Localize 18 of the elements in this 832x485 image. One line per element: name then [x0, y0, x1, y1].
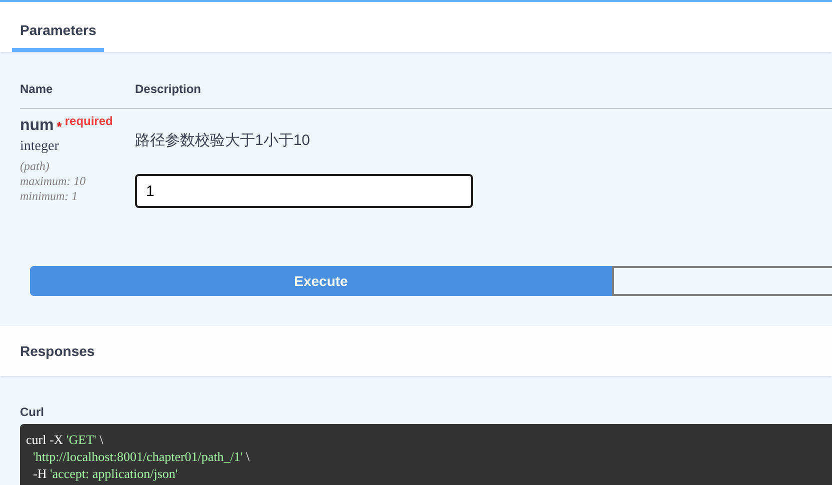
- code-line: -H 'accept: application/json': [32, 465, 179, 482]
- parameter-type: integer: [20, 139, 60, 155]
- curl-label: Curl: [20, 405, 45, 419]
- parameter-location: (path): [20, 159, 50, 174]
- code-line: curl -X 'GET' \: [26, 431, 104, 448]
- column-header: Description: [135, 82, 202, 96]
- code-line: 'http://localhost:8001/chapter01/path_/1' \: [32, 448, 251, 465]
- column-header: Name: [20, 82, 54, 96]
- parameters-tab[interactable]: Parameters: [12, 22, 104, 52]
- required-label: required: [64, 114, 113, 128]
- parameter-description: 路径参数校验大于1小于10: [135, 131, 312, 150]
- parameter-input[interactable]: 1: [135, 174, 473, 208]
- clear-button[interactable]: [612, 266, 832, 296]
- parameter-name: num: [20, 117, 54, 135]
- required-mark: *: [56, 119, 62, 134]
- responses-header: Responses: [0, 326, 832, 376]
- parameter-constraint: maximum: 10: [20, 174, 87, 189]
- parameter-constraint: minimum: 1: [20, 189, 79, 204]
